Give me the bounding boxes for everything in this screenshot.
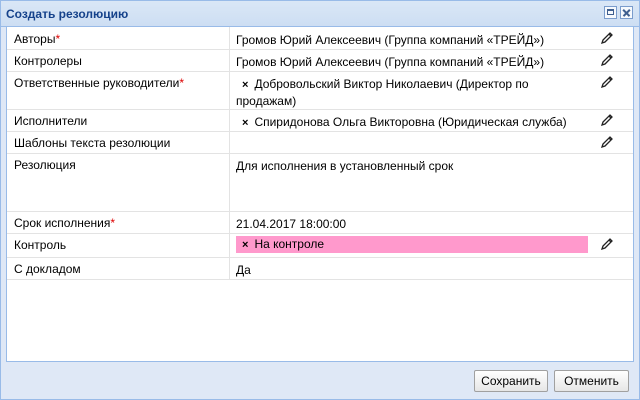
pencil-icon[interactable]	[600, 113, 614, 127]
field-label-deadline: Срок исполнения*	[14, 216, 116, 230]
field-row-resolution: Резолюция Для исполнения в установленный…	[7, 153, 633, 212]
field-row-executors: Исполнители × Спиридонова Ольга Викторовн…	[7, 109, 633, 132]
control-value: На контроле	[254, 237, 325, 251]
responsible-value-line2: продажам)	[236, 94, 297, 108]
field-label-control: Контроль	[14, 238, 67, 252]
field-row-responsible: Ответственные руководители* × Добровольск…	[7, 71, 633, 110]
field-row-deadline: Срок исполнения* 21.04.2017 18:00:00	[7, 211, 633, 234]
deadline-field[interactable]: 21.04.2017 18:00:00	[236, 216, 581, 232]
maximize-icon[interactable]	[604, 6, 617, 19]
control-value-highlight[interactable]: × На контроле	[236, 236, 588, 253]
pencil-icon[interactable]	[600, 53, 614, 67]
pencil-icon[interactable]	[600, 135, 614, 149]
field-value-executors: × Спиридонова Ольга Викторовна (Юридическ…	[236, 114, 581, 131]
create-resolution-dialog: Создать резолюцию Авторы* Громов Юрий Ал…	[0, 0, 640, 400]
required-mark: *	[179, 76, 184, 90]
resolution-textarea[interactable]: Для исполнения в установленный срок	[236, 158, 581, 174]
required-mark: *	[55, 32, 61, 46]
field-value-responsible: × Добровольский Виктор Николаевич (Директ…	[236, 76, 581, 109]
executors-value: Спиридонова Ольга Викторовна (Юридическа…	[254, 115, 567, 129]
dialog-title: Создать резолюцию	[6, 7, 129, 21]
resolution-form: Авторы* Громов Юрий Алексеевич (Группа к…	[6, 26, 634, 362]
field-label-report: С докладом	[14, 262, 81, 276]
remove-icon[interactable]: ×	[242, 117, 248, 129]
responsible-value-line1: Добровольский Виктор Николаевич (Директо…	[254, 77, 529, 91]
remove-icon[interactable]: ×	[242, 79, 248, 91]
field-row-controllers: Контролеры Громов Юрий Алексеевич (Групп…	[7, 49, 633, 72]
dialog-titlebar: Создать резолюцию	[1, 1, 639, 27]
cancel-button[interactable]: Отменить	[554, 370, 629, 392]
report-value[interactable]: Да	[236, 262, 581, 278]
field-label-controllers: Контролеры	[14, 54, 82, 68]
field-row-templates: Шаблоны текста резолюции	[7, 131, 633, 154]
field-row-report: С докладом Да	[7, 257, 633, 280]
field-row-authors: Авторы* Громов Юрий Алексеевич (Группа к…	[7, 27, 633, 50]
close-icon[interactable]	[620, 6, 633, 19]
remove-icon[interactable]: ×	[242, 239, 248, 251]
field-value-authors[interactable]: Громов Юрий Алексеевич (Группа компаний …	[236, 32, 581, 48]
field-value-controllers[interactable]: Громов Юрий Алексеевич (Группа компаний …	[236, 54, 581, 70]
field-label-templates: Шаблоны текста резолюции	[14, 136, 171, 150]
pencil-icon[interactable]	[600, 31, 614, 45]
field-row-control: Контроль × На контроле	[7, 233, 633, 258]
required-mark: *	[110, 216, 116, 230]
field-label-responsible: Ответственные руководители*	[14, 76, 184, 90]
save-button[interactable]: Сохранить	[474, 370, 548, 392]
pencil-icon[interactable]	[600, 75, 614, 89]
field-label-resolution: Резолюция	[14, 158, 76, 172]
pencil-icon[interactable]	[600, 237, 614, 251]
field-label-authors: Авторы*	[14, 32, 61, 46]
field-label-executors: Исполнители	[14, 114, 88, 128]
